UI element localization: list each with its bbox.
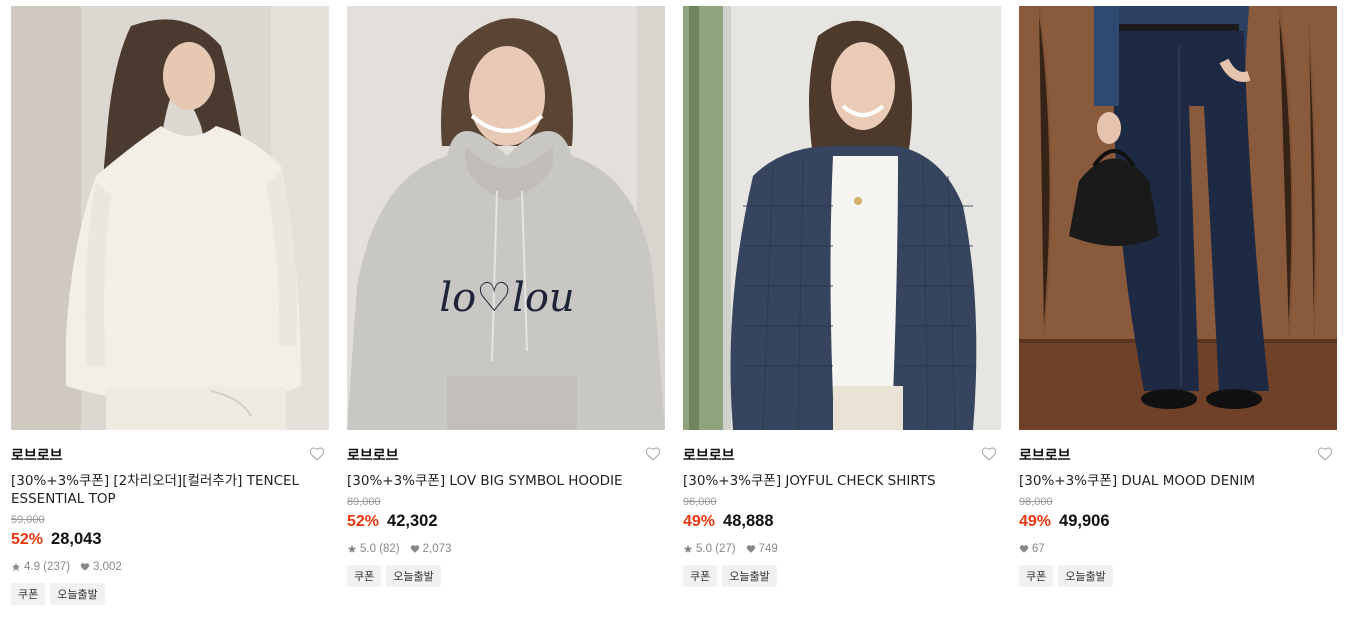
heart-filled-icon: [1019, 544, 1029, 554]
star-icon: [11, 562, 21, 572]
product-photo: lo♡lou: [347, 6, 665, 430]
rating: 5.0 (27): [683, 543, 736, 555]
product-grid: 로브로브 [30%+3%쿠폰] [2차리오더][컬러추가] TENCEL ESS…: [0, 0, 1345, 620]
likes-count: 67: [1032, 543, 1045, 555]
original-price: 59,000: [11, 514, 45, 526]
likes: 3,002: [80, 561, 122, 573]
likes-count: 749: [758, 543, 778, 555]
discount-rate: 52%: [347, 513, 380, 530]
brand-name[interactable]: 로브로브: [11, 445, 63, 465]
wishlist-heart-icon[interactable]: [1317, 446, 1335, 464]
product-photo: [683, 6, 1001, 430]
rating-value: 5.0 (27): [696, 543, 736, 555]
wishlist-heart-icon[interactable]: [981, 446, 999, 464]
star-icon: [347, 544, 357, 554]
product-image-grey-hoodie[interactable]: lo♡lou: [347, 6, 665, 430]
discount-rate: 49%: [683, 513, 716, 530]
product-image-denim[interactable]: [1019, 6, 1337, 430]
product-title[interactable]: [30%+3%쿠폰] LOV BIG SYMBOL HOODIE: [347, 472, 665, 490]
rating: 4.9 (237): [11, 561, 70, 573]
sale-price: 49,906: [1059, 512, 1110, 530]
likes: 2,073: [410, 543, 452, 555]
rating-value: 5.0 (82): [360, 543, 400, 555]
coupon-badge: 쿠폰: [1019, 565, 1054, 587]
ship-today-badge: 오늘출발: [386, 565, 441, 587]
product-photo: [11, 6, 329, 430]
product-card[interactable]: 로브로브 [30%+3%쿠폰] DUAL MOOD DENIM 98,000 4…: [1019, 6, 1337, 587]
product-title[interactable]: [30%+3%쿠폰] JOYFUL CHECK SHIRTS: [683, 472, 1001, 490]
product-photo: [1019, 6, 1337, 430]
wishlist-heart-icon[interactable]: [645, 446, 663, 464]
likes: 67: [1019, 543, 1045, 555]
discount-rate: 49%: [1019, 513, 1052, 530]
star-icon: [683, 544, 693, 554]
discount-rate: 52%: [11, 531, 44, 548]
product-card[interactable]: 로브로브 [30%+3%쿠폰] [2차리오더][컬러추가] TENCEL ESS…: [11, 6, 329, 605]
rating-value: 4.9 (237): [24, 561, 71, 573]
sale-price: 48,888: [723, 512, 774, 530]
ship-today-badge: 오늘출발: [722, 565, 777, 587]
rating: 5.0 (82): [347, 543, 400, 555]
sale-price: 28,043: [51, 530, 102, 548]
brand-name[interactable]: 로브로브: [683, 445, 735, 465]
ship-today-badge: 오늘출발: [1058, 565, 1113, 587]
product-title[interactable]: [30%+3%쿠폰] DUAL MOOD DENIM: [1019, 472, 1337, 490]
likes-count: 3,002: [93, 561, 122, 573]
wishlist-heart-icon[interactable]: [309, 446, 327, 464]
coupon-badge: 쿠폰: [11, 583, 46, 605]
coupon-badge: 쿠폰: [683, 565, 718, 587]
coupon-badge: 쿠폰: [347, 565, 382, 587]
likes-count: 2,073: [422, 543, 452, 555]
product-card[interactable]: 로브로브 [30%+3%쿠폰] JOYFUL CHECK SHIRTS 96,0…: [683, 6, 1001, 587]
brand-name[interactable]: 로브로브: [1019, 445, 1071, 465]
sale-price: 42,302: [387, 512, 438, 530]
product-title[interactable]: [30%+3%쿠폰] [2차리오더][컬러추가] TENCEL ESSENTIA…: [11, 472, 329, 508]
original-price: 96,000: [683, 496, 717, 508]
original-price: 89,000: [347, 496, 381, 508]
ship-today-badge: 오늘출발: [50, 583, 105, 605]
heart-filled-icon: [80, 562, 90, 572]
product-image-white-top[interactable]: [11, 6, 329, 430]
likes: 749: [746, 543, 778, 555]
heart-filled-icon: [746, 544, 756, 554]
product-card[interactable]: lo♡lou 로브로브 [30%+3%쿠폰] LOV BIG SYMBOL HO…: [347, 6, 665, 587]
brand-name[interactable]: 로브로브: [347, 445, 399, 465]
product-image-check-shirt[interactable]: [683, 6, 1001, 430]
heart-filled-icon: [410, 544, 420, 554]
original-price: 98,000: [1019, 496, 1053, 508]
hoodie-print-text: lo♡lou: [439, 275, 574, 321]
